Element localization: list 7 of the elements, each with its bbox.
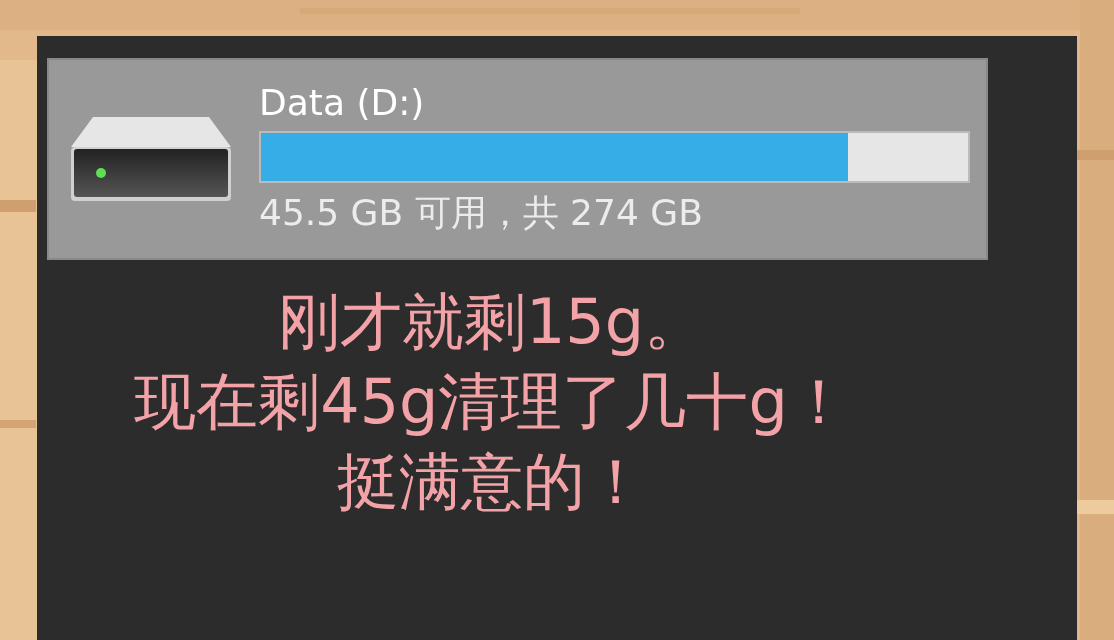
hard-drive-icon [71, 117, 231, 201]
caption-line: 刚才就剩15g。 [277, 284, 707, 360]
caption-line: 现在剩45g清理了几十g！ [134, 364, 850, 440]
drive-name: Data (D:) [259, 81, 426, 125]
drive-tile[interactable]: Data (D:) 45.5 GB 可用，共 274 GB [47, 58, 988, 260]
usage-text: 45.5 GB 可用，共 274 GB [259, 191, 704, 235]
caption-line: 挺满意的！ [337, 444, 647, 520]
